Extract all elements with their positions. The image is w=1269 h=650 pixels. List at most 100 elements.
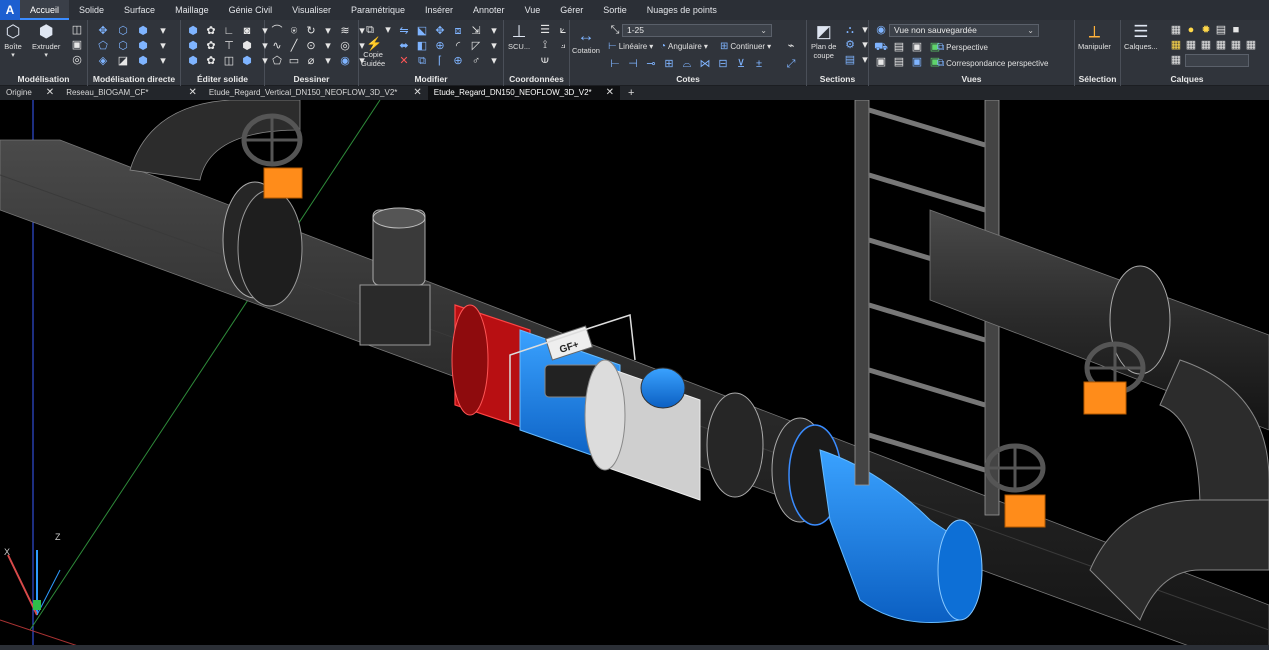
dim-radius-icon[interactable]: ⊸: [644, 58, 658, 70]
donut-icon[interactable]: ◎: [338, 40, 352, 52]
section-icon[interactable]: ◫: [222, 55, 236, 67]
tab-genie-civil[interactable]: Génie Civil: [219, 0, 283, 20]
dm-dropdown-1-icon[interactable]: ▾: [156, 25, 170, 37]
dim-edit-icon[interactable]: ⌁: [784, 40, 798, 52]
named-ucs-icon[interactable]: ☰: [538, 24, 552, 36]
section-settings-icon[interactable]: ⚙: [843, 39, 857, 51]
thicken-icon[interactable]: ✿: [204, 55, 218, 67]
rotate-icon[interactable]: ⊕: [433, 40, 447, 52]
align-icon[interactable]: ◧: [415, 40, 429, 52]
layer-current-icon[interactable]: ▦: [1169, 54, 1183, 66]
explode-icon[interactable]: ⧉: [415, 55, 429, 67]
ucs-world-icon[interactable]: ⟀: [556, 24, 570, 36]
tab-sortie[interactable]: Sortie: [593, 0, 637, 20]
rectangle-icon[interactable]: ▭: [287, 55, 301, 67]
layer-select[interactable]: [1185, 54, 1249, 67]
separate-icon[interactable]: ⬢: [240, 40, 254, 52]
arc-icon[interactable]: ⌒: [270, 25, 284, 37]
dr-dropdown-3-icon[interactable]: ▾: [321, 40, 335, 52]
tab-parametrique[interactable]: Paramétrique: [341, 0, 415, 20]
dim-scale-select[interactable]: 1-25 ⌄: [622, 24, 772, 37]
imprint-icon[interactable]: ⬢: [186, 55, 200, 67]
tab-solide[interactable]: Solide: [69, 0, 114, 20]
layer-lock-icon[interactable]: ▤: [1214, 24, 1228, 36]
cotation-button[interactable]: ↔ Cotation: [572, 26, 600, 55]
dim-tolerance-icon[interactable]: ⊻: [734, 58, 748, 70]
fillet-2d-icon[interactable]: ◜: [451, 40, 465, 52]
model-canvas[interactable]: GF+: [0, 100, 1269, 650]
layer-prev-icon[interactable]: ▦: [1184, 39, 1198, 51]
plan-de-coupe-button[interactable]: ◩ Plan de coupe: [811, 22, 836, 60]
offset-face-icon[interactable]: ⬠: [96, 40, 110, 52]
subtract-icon[interactable]: ✿: [204, 25, 218, 37]
box-dropdown-icon[interactable]: ▾: [11, 51, 15, 59]
circle-icon[interactable]: ⊙: [304, 40, 318, 52]
layer-match-icon[interactable]: ▦: [1169, 39, 1183, 51]
check-solid-icon[interactable]: ⬢: [240, 55, 254, 67]
view-camera-icon[interactable]: ⛟: [874, 41, 888, 53]
doc-tab-regard-dn150[interactable]: Etude_Regard_DN150_NEOFLOW_3D_V2* ✕: [427, 86, 621, 100]
push-pull-icon[interactable]: ⬡: [116, 25, 130, 37]
tab-gerer[interactable]: Gérer: [550, 0, 593, 20]
layer-state-icon[interactable]: ▦: [1169, 24, 1183, 36]
eye-icon[interactable]: ◉: [874, 24, 888, 36]
rotate-face-icon[interactable]: ⬢: [136, 25, 150, 37]
dim-update-icon[interactable]: ⤢: [784, 58, 798, 70]
revcloud-icon[interactable]: ↻: [304, 25, 318, 37]
polyline-icon[interactable]: ⌀: [304, 55, 318, 67]
view-2d-icon[interactable]: ▣: [910, 41, 924, 53]
calques-button[interactable]: ☰ Calques...: [1124, 22, 1158, 51]
spline-icon[interactable]: ∿: [270, 40, 284, 52]
dim-center-icon[interactable]: ±: [752, 58, 766, 70]
close-icon[interactable]: ✕: [413, 86, 421, 100]
mod-dropdown-3-icon[interactable]: ▾: [487, 40, 501, 52]
trim-icon[interactable]: ⌈: [433, 55, 447, 67]
dr-dropdown-5-icon[interactable]: ▾: [321, 55, 335, 67]
layer-off-icon[interactable]: ▦: [1229, 39, 1243, 51]
taper-face-icon[interactable]: ⬢: [136, 40, 150, 52]
named-view-select[interactable]: Vue non sauvegardée ⌄: [889, 24, 1039, 37]
section-live-icon[interactable]: ⛬: [843, 24, 857, 36]
view-image-icon[interactable]: ▣: [874, 56, 888, 68]
close-icon[interactable]: ✕: [606, 86, 614, 100]
fillet-icon[interactable]: ◈: [96, 55, 110, 67]
mirror-icon[interactable]: ⇋: [397, 25, 411, 37]
move-icon[interactable]: ✥: [433, 25, 447, 37]
section-generate-icon[interactable]: ▤: [843, 54, 857, 66]
ucs-origin-icon[interactable]: ⟟: [538, 39, 552, 51]
layer-color-icon[interactable]: ■: [1229, 24, 1243, 36]
extrude-dropdown-icon[interactable]: ▾: [44, 51, 48, 59]
mod-dropdown-1-icon[interactable]: ▾: [381, 24, 395, 36]
extrude-button[interactable]: ⬢ Extruder ▾: [32, 22, 60, 59]
doc-tab-reseau-biogam[interactable]: Reseau_BIOGAM_CF* ✕: [60, 86, 203, 100]
l-shape-icon[interactable]: ∟: [222, 25, 236, 37]
manipuler-button[interactable]: ⟂ Manipuler: [1078, 22, 1111, 51]
doc-tab-origine[interactable]: Origine ✕: [0, 86, 60, 100]
dm-dropdown-3-icon[interactable]: ▾: [156, 55, 170, 67]
view-sheet-icon[interactable]: ▤: [892, 41, 906, 53]
line-icon[interactable]: ╱: [287, 40, 301, 52]
loft-icon[interactable]: ▣: [70, 39, 84, 51]
scale-icon[interactable]: ⬕: [415, 25, 429, 37]
ucs-face-icon[interactable]: ⟒: [538, 54, 552, 66]
add-tab-icon[interactable]: +: [620, 87, 642, 99]
shell-icon[interactable]: ⬢: [136, 55, 150, 67]
polygon-icon[interactable]: ⬠: [270, 55, 284, 67]
view-print-icon[interactable]: ▤: [892, 56, 906, 68]
tab-annoter[interactable]: Annoter: [463, 0, 515, 20]
stretch-icon[interactable]: ⇲: [469, 25, 483, 37]
doc-tab-regard-vertical[interactable]: Etude_Regard_Vertical_DN150_NEOFLOW_3D_V…: [203, 86, 428, 100]
copy-icon[interactable]: ⧉: [363, 24, 377, 36]
tab-accueil[interactable]: Accueil: [20, 0, 70, 20]
correspondance-perspective-button[interactable]: ⧉ Correspondance perspective: [937, 58, 1048, 69]
offset-icon[interactable]: ⬌: [397, 40, 411, 52]
erase-icon[interactable]: ✕: [397, 55, 411, 67]
ucs-view-icon[interactable]: ⟓: [556, 39, 570, 51]
close-icon[interactable]: ✕: [188, 86, 196, 100]
dim-diameter-icon[interactable]: ⊞: [662, 58, 676, 70]
tab-vue[interactable]: Vue: [515, 0, 551, 20]
multiline-icon[interactable]: ≋: [338, 25, 352, 37]
tab-visualiser[interactable]: Visualiser: [282, 0, 341, 20]
tab-nuages-de-points[interactable]: Nuages de points: [637, 0, 727, 20]
sweep-icon[interactable]: ◎: [70, 54, 84, 66]
